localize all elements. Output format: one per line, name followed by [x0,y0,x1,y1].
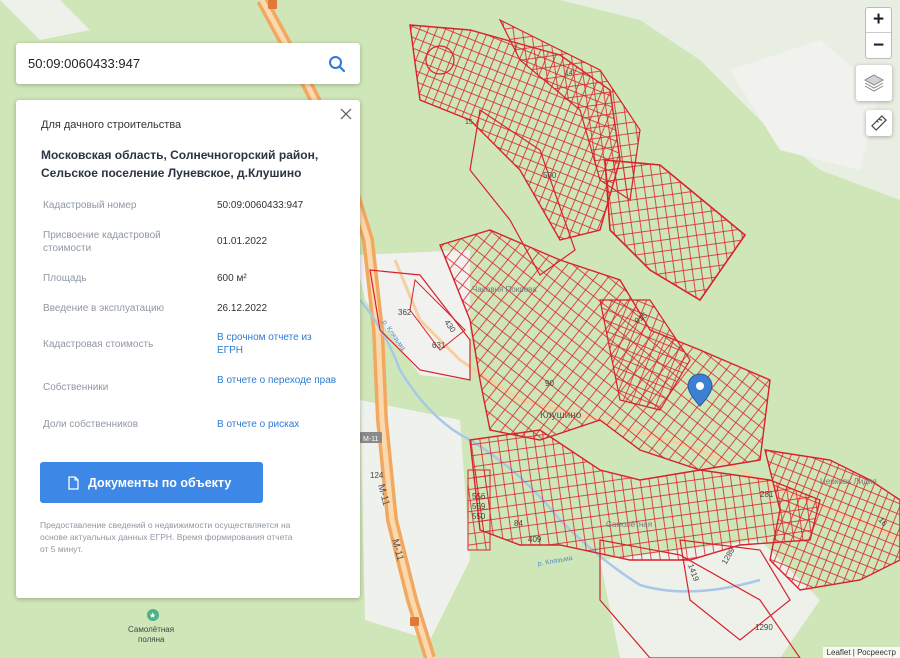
parcel-number: 500 [543,171,557,180]
fuel-station-icon [410,617,419,626]
parcel-number: 559 [472,502,486,511]
prop-label: Площадь [43,273,87,284]
prop-label: Доли собственников [43,419,139,430]
prop-value: 26.12.2022 [217,303,268,314]
parcel-number: 124 [370,471,384,480]
search-input[interactable] [28,56,326,71]
prop-label: Кадастровый номер [43,200,137,211]
church-label: Церковь Лидия [820,477,877,486]
prop-value: 50:09:0060433:947 [217,200,304,211]
map-attribution[interactable]: Leaflet | Росреестр [822,647,900,658]
parcel-number: 281 [760,490,774,499]
prop-label: Кадастровая стоимость [43,339,154,350]
fuel-station-icon [268,0,277,9]
measure-button[interactable] [866,110,892,136]
prop-value: 600 м² [217,273,247,284]
zoom-out-button[interactable]: − [866,33,891,58]
search-box [16,43,360,84]
owner-shares-link[interactable]: В отчете о рисках [217,418,337,431]
road-badge-label: M-11 [363,436,379,443]
documents-button-label: Документы по объекту [88,475,232,490]
property-card: Для дачного строительства Московская обл… [16,100,360,598]
church-label: Самолётная [606,520,652,529]
parcel-number: 84 [514,519,523,528]
documents-button[interactable]: Документы по объекту [40,462,263,503]
parcel-number: 631 [432,341,446,350]
zoom-control: + − [865,7,892,59]
ruler-icon [871,115,887,131]
property-address: Московская область, Солнечногорский райо… [41,148,319,180]
poi-label-line1: Самолётная [128,625,174,634]
close-button[interactable] [338,106,354,122]
land-use-type: Для дачного строительства [41,119,182,131]
prop-label: Присвоение кадастровой стоимости [43,230,161,254]
prop-value: 01.01.2022 [217,236,268,247]
parcel-number: 90 [545,379,554,388]
prop-label: Собственники [43,382,109,393]
parcel-number: 550 [472,512,486,521]
layers-button[interactable] [856,65,892,101]
search-icon [329,55,346,72]
parcel-number: 15 [465,119,473,126]
parcel-number: 362 [398,308,412,317]
parcel-number: 1290 [755,623,773,632]
owners-link[interactable]: В отчете о переходе прав [217,374,337,387]
church-label: Часовня Покрова [472,285,537,294]
disclaimer-text: Предоставление сведений о недвижимости о… [40,520,293,554]
zoom-in-button[interactable]: + [866,8,891,33]
village-label: Клушино [540,410,582,421]
document-icon [68,475,79,490]
poi-label-line2: поляна [138,635,165,644]
close-icon [340,108,352,120]
svg-text:★: ★ [149,611,156,620]
parcel-number: 409 [528,535,542,544]
search-button[interactable] [326,53,348,75]
parcel-number: 556 [472,492,486,501]
layers-icon [863,74,885,92]
parcel-number: 14 [565,70,573,77]
cadastral-value-link[interactable]: В срочном отчете из ЕГРН [217,331,337,357]
prop-label: Введение в эксплуатацию [43,303,165,314]
